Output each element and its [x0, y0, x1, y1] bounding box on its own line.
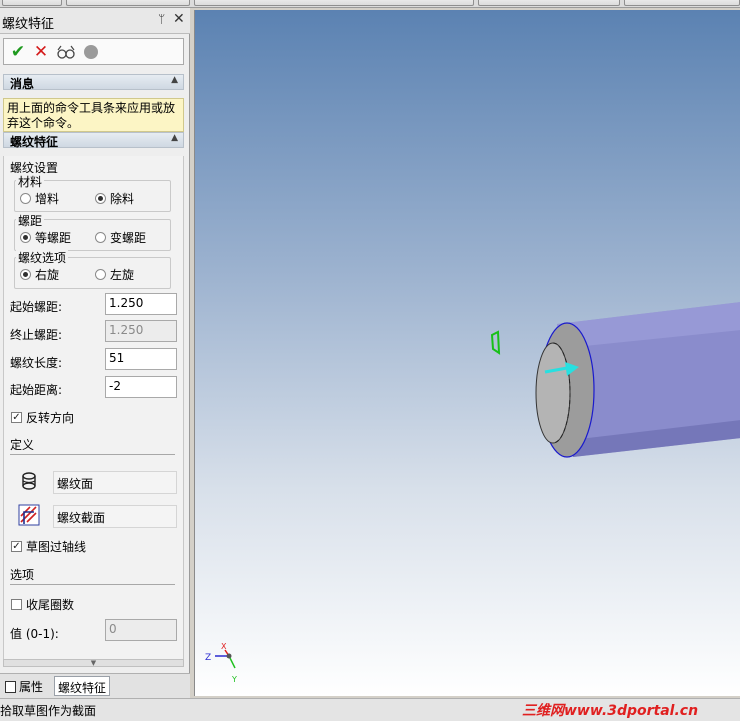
- message-line: 用上面的命令工具条来应用或放: [7, 101, 176, 115]
- axis-triad: [215, 649, 236, 669]
- toolbar-tab[interactable]: [478, 0, 620, 6]
- right-hand-radio[interactable]: [20, 269, 31, 280]
- start-pitch-label: 起始螺距:: [10, 300, 63, 314]
- value-label: 值 (0-1):: [10, 627, 59, 641]
- panel-scrollbar[interactable]: ▼: [3, 659, 184, 667]
- tab-thread-label: 螺纹特征: [58, 681, 107, 695]
- axis-y-label: Y: [231, 675, 237, 684]
- end-pitch-label: 终止螺距:: [10, 328, 63, 342]
- x-icon[interactable]: ✕: [31, 42, 51, 62]
- material-remove-radio[interactable]: [95, 193, 106, 204]
- tail-turns-label[interactable]: 收尾圈数: [26, 596, 74, 613]
- collapse-icon[interactable]: ▲: [171, 75, 178, 85]
- thread-surface-icon[interactable]: [18, 470, 40, 492]
- tab-properties-label: 属性: [19, 680, 44, 694]
- pitch-variable-radio[interactable]: [95, 232, 106, 243]
- message-line: 弃这个命令。: [7, 116, 80, 130]
- help-dot-icon[interactable]: [84, 45, 98, 59]
- divider: [10, 454, 175, 455]
- thread-header[interactable]: 螺纹特征 ▲: [3, 132, 184, 149]
- 3d-viewport[interactable]: Z X Y: [194, 10, 740, 696]
- reverse-checkbox[interactable]: ✓: [11, 412, 22, 423]
- pitch-label: 螺距: [16, 212, 45, 229]
- message-header[interactable]: 消息 ▲: [3, 74, 184, 91]
- panel-titlebar: 螺纹特征 ᛘ ✕: [0, 8, 190, 34]
- thread-section-select[interactable]: 螺纹截面: [53, 505, 177, 528]
- options-section-label: 选项: [10, 568, 35, 582]
- pin-icon[interactable]: ᛘ: [158, 12, 165, 26]
- pitch-equal-label[interactable]: 等螺距: [35, 229, 71, 246]
- start-pitch-input[interactable]: 1.250: [105, 293, 177, 315]
- glasses-icon[interactable]: [56, 42, 76, 62]
- thread-section-icon[interactable]: [18, 504, 40, 526]
- axis-z-label: Z: [205, 653, 211, 663]
- divider: [10, 584, 175, 585]
- property-panel: 螺纹特征 ᛘ ✕ ✔ ✕ 消息 ▲ 用上面的命令工具条来应用或放 弃这个命令。 …: [0, 8, 190, 698]
- tab-properties[interactable]: 属性: [2, 676, 46, 696]
- pitch-equal-radio[interactable]: [20, 232, 31, 243]
- check-icon[interactable]: ✔: [8, 42, 28, 62]
- options-label: 螺纹选项: [16, 249, 69, 266]
- material-add-radio[interactable]: [20, 193, 31, 204]
- length-input[interactable]: 51: [105, 348, 177, 370]
- close-icon[interactable]: ✕: [173, 11, 185, 27]
- left-hand-radio[interactable]: [95, 269, 106, 280]
- left-hand-label[interactable]: 左旋: [110, 266, 134, 283]
- material-add-label[interactable]: 增料: [35, 190, 59, 207]
- panel-tabs: 属性 螺纹特征: [0, 673, 190, 698]
- thread-header-label: 螺纹特征: [10, 135, 59, 149]
- thread-surface-select[interactable]: 螺纹面: [53, 471, 177, 494]
- sketch-axis-label[interactable]: 草图过轴线: [26, 538, 86, 555]
- toolbar-tab[interactable]: [66, 0, 190, 6]
- thread-section: 螺纹设置 材料 增料 除料 螺距 等螺距 变螺距 螺纹选项 右旋 左旋 起始螺距…: [3, 156, 184, 666]
- top-toolbar: [0, 0, 740, 8]
- tail-turns-checkbox[interactable]: [11, 599, 22, 610]
- toolbar-tab[interactable]: [2, 0, 62, 6]
- command-toolbar: ✔ ✕: [3, 38, 184, 65]
- tab-thread-feature[interactable]: 螺纹特征: [54, 676, 111, 696]
- pitch-variable-label[interactable]: 变螺距: [110, 229, 146, 246]
- length-label: 螺纹长度:: [10, 356, 63, 370]
- sketch-axis-checkbox[interactable]: ✓: [11, 541, 22, 552]
- right-hand-label[interactable]: 右旋: [35, 266, 59, 283]
- definition-label: 定义: [10, 438, 35, 452]
- start-distance-input[interactable]: -2: [105, 376, 177, 398]
- material-remove-label[interactable]: 除料: [110, 190, 134, 207]
- start-distance-label: 起始距离:: [10, 383, 63, 397]
- status-bar: 拾取草图作为截面 三维网www.3dportal.cn: [0, 698, 740, 721]
- status-text: 拾取草图作为截面: [0, 704, 97, 718]
- axis-x-label: X: [221, 642, 227, 651]
- value-input: 0: [105, 619, 177, 641]
- sketch-marker[interactable]: [490, 330, 501, 355]
- reverse-label[interactable]: 反转方向: [26, 409, 74, 426]
- toolbar-tab[interactable]: [624, 0, 740, 6]
- message-header-label: 消息: [10, 77, 35, 91]
- material-label: 材料: [16, 173, 45, 190]
- panel-title: 螺纹特征: [2, 17, 55, 32]
- collapse-icon[interactable]: ▲: [171, 133, 178, 143]
- message-box: 用上面的命令工具条来应用或放 弃这个命令。: [3, 98, 184, 132]
- watermark: 三维网www.3dportal.cn: [522, 703, 699, 719]
- properties-icon: [5, 681, 16, 693]
- model-canvas[interactable]: Z X Y: [195, 10, 740, 696]
- toolbar-tab[interactable]: [194, 0, 474, 6]
- end-pitch-input: 1.250: [105, 320, 177, 342]
